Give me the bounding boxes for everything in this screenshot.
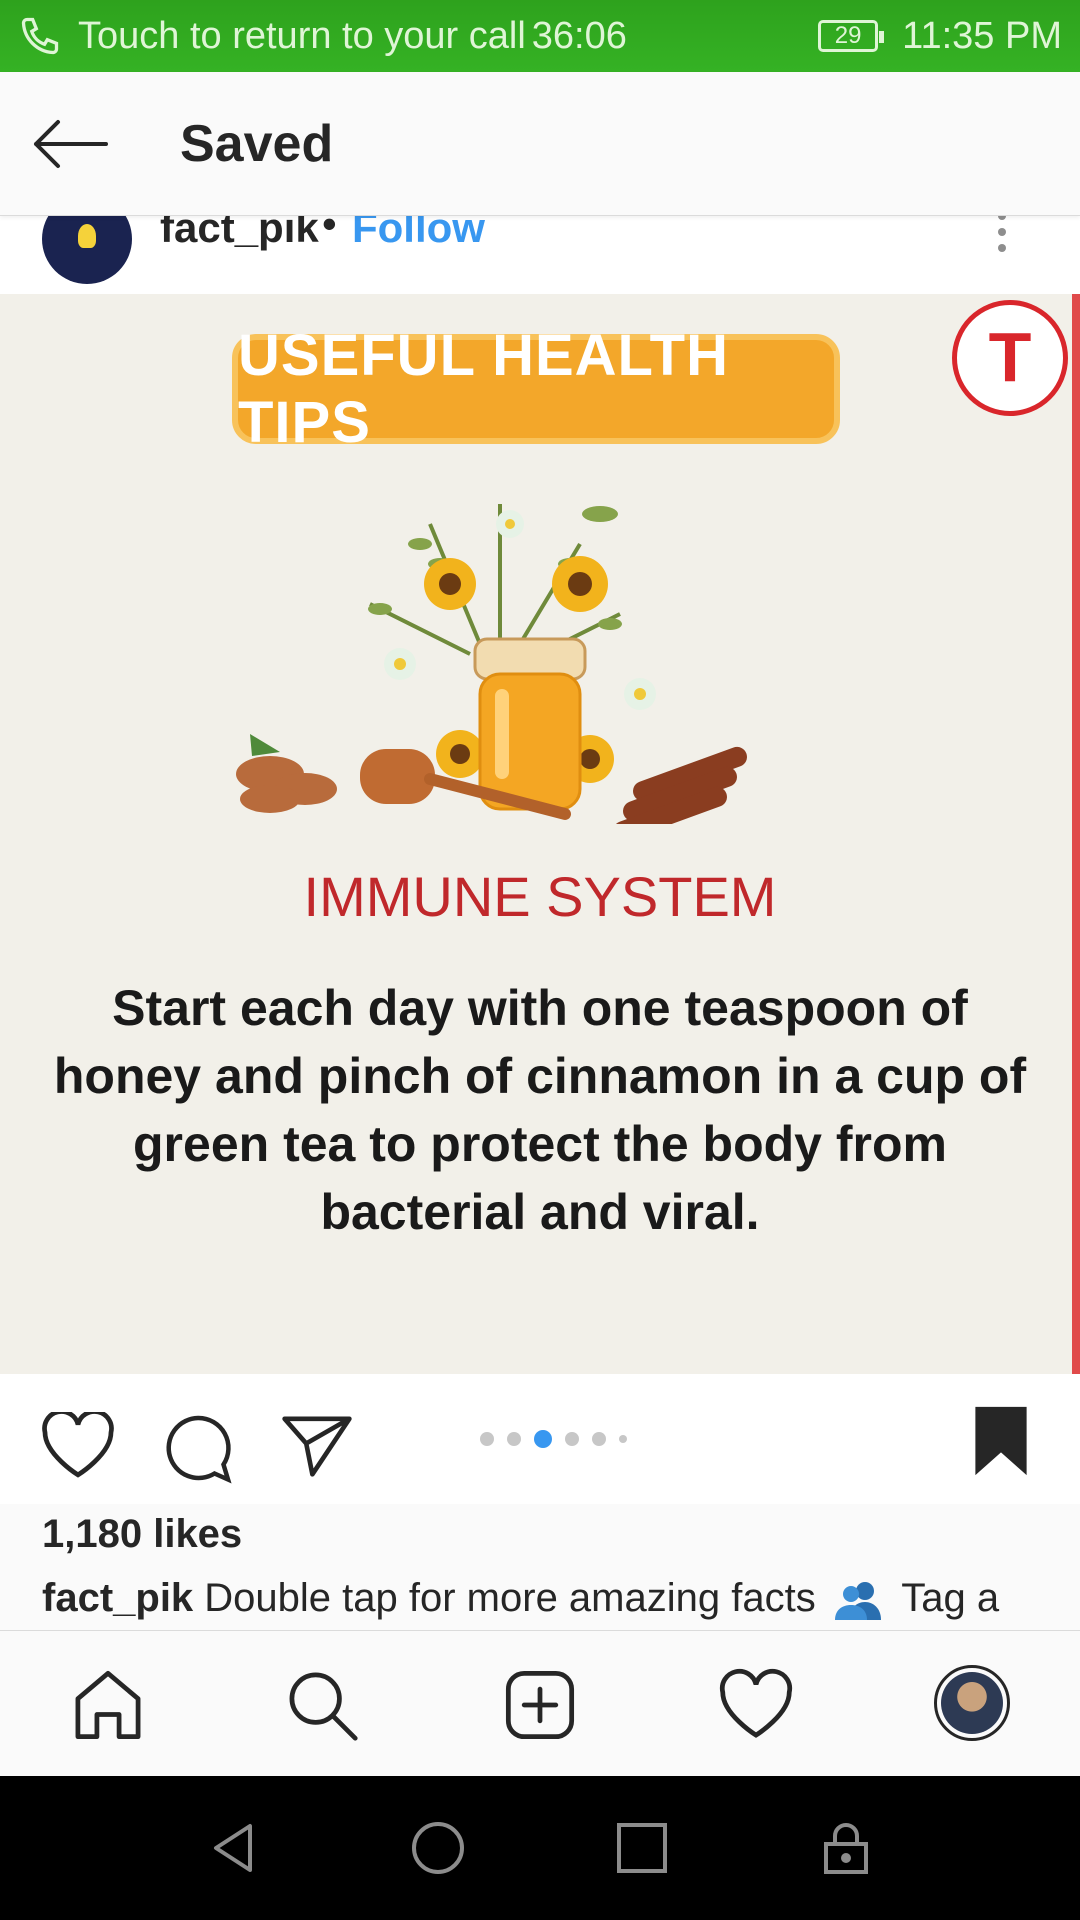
image-heading: IMMUNE SYSTEM [303,865,777,928]
call-duration: 36:06 [531,14,627,57]
carousel-dot [565,1432,579,1446]
search-icon[interactable] [284,1667,360,1743]
follow-button[interactable]: Follow [352,216,485,252]
lightbulb-icon [78,224,96,248]
carousel-dot [480,1432,494,1446]
heart-icon[interactable] [40,1412,116,1478]
app-header: Saved [0,72,1080,216]
image-banner: USEFUL HEALTH TIPS [232,323,840,455]
back-arrow-icon[interactable] [32,119,110,169]
phone-icon [21,17,59,55]
add-post-icon[interactable] [502,1667,578,1743]
system-navigation-bar [0,1776,1080,1920]
post-header: fact_pik • Follow [0,216,1080,294]
profile-avatar[interactable] [934,1665,1010,1741]
bookmark-icon[interactable] [972,1404,1030,1478]
recents-square-icon[interactable] [614,1820,670,1876]
battery-indicator: 29 [818,20,885,52]
brand-logo: T [952,300,1068,416]
carousel-dot [619,1435,627,1443]
post-author-avatar[interactable] [42,216,132,284]
activity-heart-icon[interactable] [718,1667,794,1743]
more-options-icon[interactable] [998,216,1008,252]
caption-text-tail: Tag a [901,1576,1000,1620]
bottom-navigation [0,1630,1080,1776]
separator-dot: • [322,216,337,247]
caption-username[interactable]: fact_pik [42,1576,193,1620]
carousel-indicator [480,1430,627,1448]
carousel-dot [507,1432,521,1446]
home-circle-icon[interactable] [410,1820,466,1876]
comment-icon[interactable] [162,1412,234,1484]
post-caption[interactable]: fact_pik Double tap for more amazing fac… [42,1576,1042,1630]
carousel-dot [592,1432,606,1446]
honey-jar-illustration [236,504,747,824]
people-emoji-icon [834,1582,881,1621]
like-count[interactable]: 1,180 likes [42,1512,242,1557]
lock-icon[interactable] [818,1820,874,1876]
brand-logo-letter: T [988,318,1032,396]
image-body-text: Start each day with one teaspoon of hone… [53,980,1027,1240]
post-username[interactable]: fact_pik [160,216,319,252]
page-title: Saved [180,114,334,173]
back-triangle-icon[interactable] [206,1820,262,1876]
home-icon[interactable] [70,1667,146,1743]
return-to-call-text[interactable]: Touch to return to your call [78,15,526,58]
caption-text: Double tap for more amazing facts [204,1576,816,1620]
image-edge-stripe [1072,294,1080,1374]
post-actions [0,1374,1080,1504]
carousel-dot-active [534,1430,552,1448]
share-icon[interactable] [280,1412,354,1478]
post-image[interactable]: USEFUL HEALTH TIPS T IMMUNE SYSTEM Start… [0,294,1080,1374]
clock: 11:35 PM [902,14,1062,57]
status-bar[interactable]: Touch to return to your call 36:06 29 11… [0,0,1080,72]
